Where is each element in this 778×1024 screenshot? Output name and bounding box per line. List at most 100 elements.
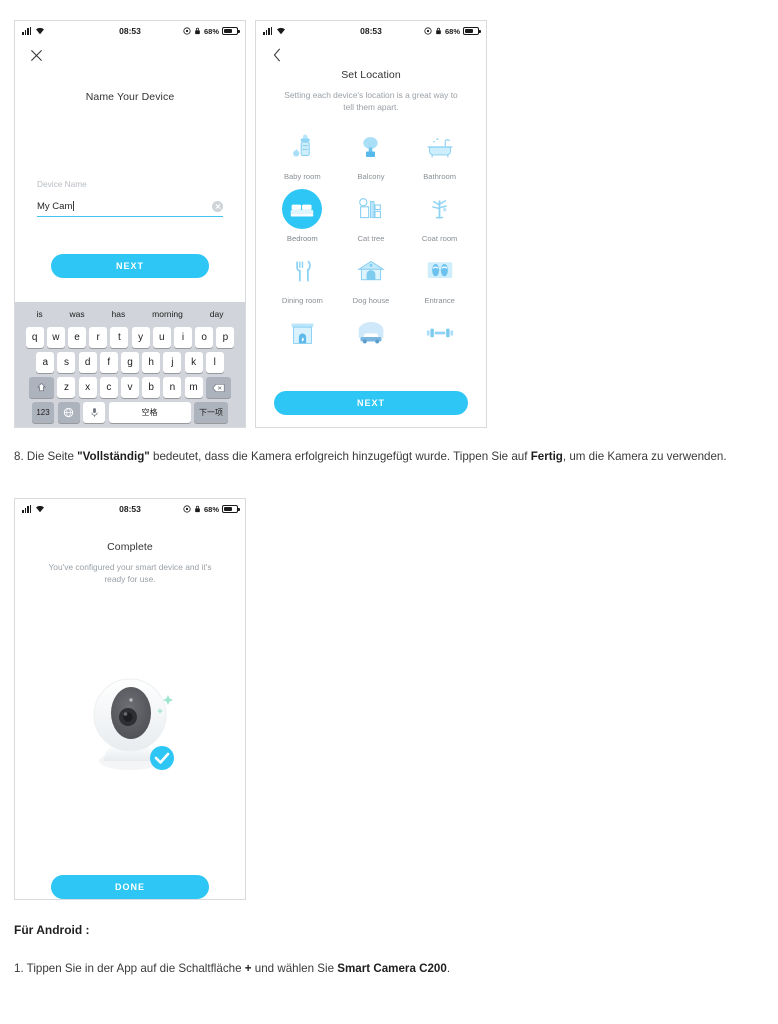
step-8-text-prefix: 8. Die Seite (14, 450, 78, 463)
location-label: Cat tree (357, 234, 385, 243)
check-badge-icon (150, 746, 174, 770)
location-item-bathroom[interactable]: Bathroom (405, 127, 474, 181)
baby-bottle-icon (282, 127, 322, 167)
microphone-icon[interactable] (83, 402, 105, 423)
battery-icon (463, 27, 481, 35)
page-subtitle: Setting each device's location is a grea… (284, 90, 458, 113)
key-d[interactable]: d (78, 352, 97, 373)
location-item-balcony[interactable]: Balcony (337, 127, 406, 181)
key-x[interactable]: x (78, 377, 97, 398)
key-k[interactable]: k (184, 352, 203, 373)
key-a[interactable]: a (36, 352, 55, 373)
key-r[interactable]: r (89, 327, 108, 348)
phone-screenshot-set-location: 08:53 68% Set Location Setting each devi… (255, 20, 487, 428)
globe-icon[interactable] (57, 402, 80, 423)
complete-title-wrap: Complete (15, 541, 245, 553)
location-item-dog-house[interactable]: Dog house (337, 251, 406, 305)
step-1-text-prefix: 1. Tippen Sie in der App auf die Schaltf… (14, 962, 245, 975)
location-label: Bathroom (423, 172, 457, 181)
key-j[interactable]: j (163, 352, 182, 373)
bed-icon (282, 189, 323, 229)
cutlery-icon (282, 251, 322, 291)
phone-screenshot-complete: 08:53 68% Complete You've configured you… (14, 498, 246, 900)
key-t[interactable]: t (110, 327, 129, 348)
keyboard-row-2: a s d f g h j k l (17, 352, 243, 373)
device-name-field-block: Device Name My Cam (37, 179, 223, 217)
step-1-text-suffix: . (446, 962, 451, 975)
key-p[interactable]: p (216, 327, 235, 348)
location-item-entrance[interactable]: Entrance (405, 251, 474, 305)
suggestion-item[interactable]: was (70, 309, 85, 319)
location-item-cat-tree[interactable]: Cat tree (337, 189, 406, 243)
location-item-baby-room[interactable]: Baby room (268, 127, 337, 181)
location-label: Dog house (352, 296, 390, 305)
back-chevron-icon[interactable] (268, 46, 286, 64)
numbers-key[interactable]: 123 (32, 402, 54, 423)
smart-camera-illustration (15, 661, 245, 779)
key-l[interactable]: l (205, 352, 224, 373)
suggestion-item[interactable]: morning (152, 309, 183, 319)
backspace-icon[interactable] (205, 377, 231, 398)
clear-circle-icon[interactable] (212, 201, 223, 212)
key-y[interactable]: y (131, 327, 150, 348)
coat-rack-icon (420, 189, 460, 229)
suggestion-item[interactable]: is (36, 309, 42, 319)
complete-screen: Complete You've configured your smart de… (15, 541, 245, 899)
key-v[interactable]: v (121, 377, 139, 398)
status-bar-time: 08:53 (119, 26, 141, 36)
location-item-garage[interactable] (337, 313, 406, 358)
cat-tree-icon (351, 189, 391, 229)
next-key[interactable]: 下一项 (194, 402, 228, 423)
keyboard-row-4: 123 空格 下一项 (17, 402, 243, 423)
key-u[interactable]: u (152, 327, 171, 348)
key-g[interactable]: g (121, 352, 139, 373)
step-1-text-mid: und wählen Sie (251, 962, 338, 975)
location-grid: Baby room Balcony Bathroom Bedroom Cat t… (268, 127, 474, 358)
key-q[interactable]: q (25, 327, 44, 348)
next-button[interactable]: NEXT (274, 391, 468, 415)
step-8-text-suffix: , um die Kamera zu verwenden. (562, 450, 727, 463)
page-title: Complete (107, 541, 153, 553)
close-icon[interactable] (27, 46, 45, 64)
keyboard-suggestion-bar: is was has morning day (17, 305, 243, 323)
on-screen-keyboard: is was has morning day q w e r t y u i o… (15, 302, 245, 427)
next-button[interactable]: NEXT (51, 254, 209, 278)
page-subtitle: You've configured your smart device and … (48, 562, 212, 585)
location-label: Coat room (421, 234, 458, 243)
done-button[interactable]: DONE (51, 875, 209, 899)
key-i[interactable]: i (173, 327, 192, 348)
key-w[interactable]: w (46, 327, 65, 348)
location-label: Balcony (357, 172, 385, 181)
location-item-bedroom[interactable]: Bedroom (268, 189, 337, 243)
step-1-paragraph: 1. Tippen Sie in der App auf die Schaltf… (14, 960, 746, 978)
status-bar: 08:53 68% (256, 21, 486, 41)
key-m[interactable]: m (184, 377, 203, 398)
key-s[interactable]: s (57, 352, 76, 373)
key-f[interactable]: f (99, 352, 118, 373)
tree-icon (351, 127, 391, 167)
suggestion-item[interactable]: has (112, 309, 126, 319)
step-1-bold-camera: Smart Camera C200 (337, 962, 447, 975)
key-e[interactable]: e (68, 327, 87, 348)
location-label: Bedroom (286, 234, 318, 243)
key-o[interactable]: o (195, 327, 214, 348)
space-key[interactable]: 空格 (108, 402, 191, 423)
keyboard-row-1: q w e r t y u i o p (17, 327, 243, 348)
shift-icon[interactable] (29, 377, 55, 398)
device-name-input-row[interactable]: My Cam (37, 201, 223, 217)
location-label: Entrance (424, 296, 455, 305)
location-item-fireplace[interactable] (268, 313, 337, 358)
location-item-dining-room[interactable]: Dining room (268, 251, 337, 305)
page-title: Set Location (341, 69, 401, 81)
suggestion-item[interactable]: day (210, 309, 224, 319)
key-h[interactable]: h (142, 352, 161, 373)
location-item-gym[interactable] (405, 313, 474, 358)
key-n[interactable]: n (163, 377, 182, 398)
key-c[interactable]: c (99, 377, 118, 398)
phone-screenshot-name-device: 08:53 68% Name Your Device Device Name M… (14, 20, 246, 428)
location-item-coat-room[interactable]: Coat room (405, 189, 474, 243)
device-name-input[interactable]: My Cam (37, 201, 76, 212)
key-z[interactable]: z (57, 377, 76, 398)
step-8-bold-vollstaendig: "Vollständig" (77, 450, 150, 463)
key-b[interactable]: b (142, 377, 161, 398)
